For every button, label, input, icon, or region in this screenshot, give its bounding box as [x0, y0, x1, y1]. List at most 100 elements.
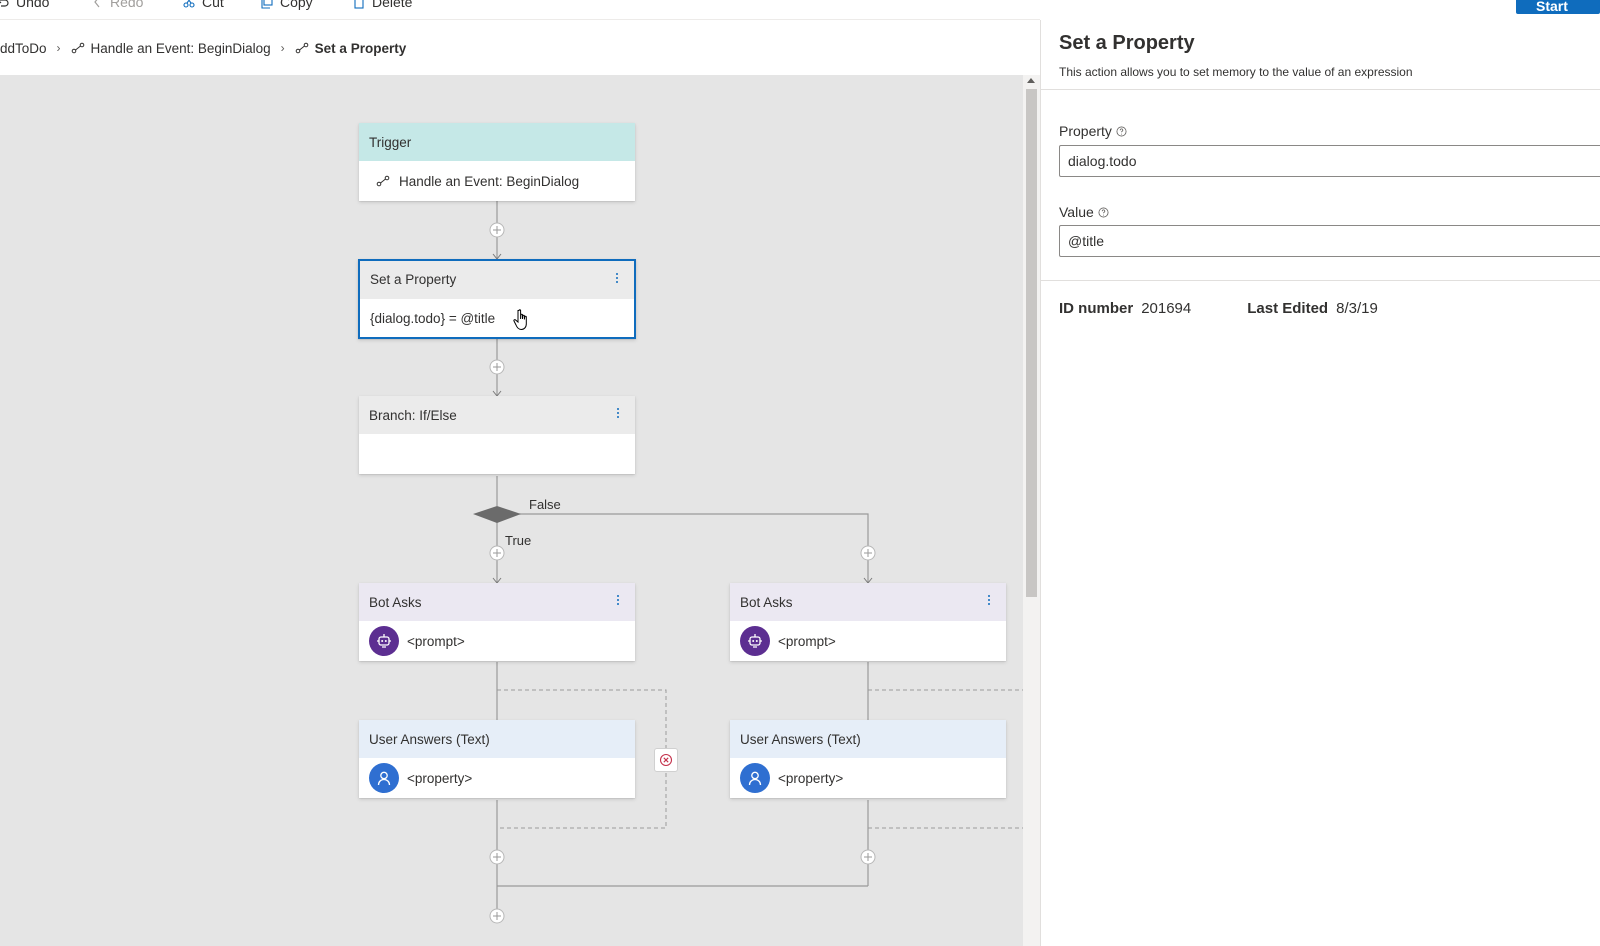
breadcrumb-item-dialog[interactable]: ddToDo — [0, 41, 47, 56]
node-title: Set a Property — [370, 272, 457, 287]
user-answers-node-left[interactable]: User Answers (Text) <property> — [359, 720, 635, 798]
node-header: Branch: If/Else — [359, 396, 635, 434]
node-body: {dialog.todo} = @title — [360, 299, 634, 337]
node-title: Branch: If/Else — [369, 408, 457, 423]
label-text: Property — [1059, 123, 1112, 139]
property-field-label: Property — [1059, 123, 1127, 139]
property-input[interactable] — [1059, 145, 1600, 177]
node-body-text: <property> — [407, 770, 473, 786]
start-button[interactable]: Start — [1516, 0, 1600, 14]
more-options-icon[interactable] — [986, 593, 992, 609]
flow-connectors — [473, 201, 1023, 924]
node-header: Trigger — [359, 123, 635, 161]
help-icon[interactable] — [1098, 207, 1109, 218]
branch-node[interactable]: Branch: If/Else — [359, 396, 635, 474]
node-body-text: {dialog.todo} = @title — [370, 310, 496, 326]
toolbar: Undo Redo Cut Copy Delete — [0, 0, 1040, 20]
user-answers-node-right[interactable]: User Answers (Text) <property> — [730, 720, 1006, 798]
error-badge[interactable] — [654, 748, 678, 772]
node-body: <property> — [730, 758, 1006, 798]
breadcrumb-label: Handle an Event: BeginDialog — [90, 40, 271, 56]
flow-canvas[interactable]: Trigger Handle an Event: BeginDialog Set… — [0, 75, 1023, 946]
node-body-text: <prompt> — [407, 633, 465, 649]
property-panel: Set a Property This action allows you to… — [1040, 20, 1600, 946]
copy-icon — [261, 0, 273, 9]
node-header: User Answers (Text) — [359, 720, 635, 758]
copy-label: Copy — [280, 0, 313, 10]
chevron-right-icon: › — [56, 41, 61, 55]
breadcrumb: ddToDo › Handle an Event: BeginDialog › … — [0, 38, 406, 58]
canvas-scrollbar[interactable] — [1023, 75, 1040, 946]
node-header: User Answers (Text) — [730, 720, 1006, 758]
cut-button[interactable]: Cut — [182, 0, 224, 10]
node-title: User Answers (Text) — [740, 732, 861, 747]
scroll-up-arrow-icon[interactable] — [1027, 78, 1035, 83]
node-body-text: Handle an Event: BeginDialog — [399, 173, 580, 189]
user-icon — [740, 763, 770, 793]
cut-label: Cut — [202, 0, 224, 10]
node-body: <prompt> — [359, 621, 635, 661]
node-body: <property> — [359, 758, 635, 798]
scissors-icon — [183, 0, 195, 8]
bot-asks-node-left[interactable]: Bot Asks <prompt> — [359, 583, 635, 661]
scrollbar-thumb[interactable] — [1026, 89, 1037, 597]
more-options-icon[interactable] — [614, 271, 620, 287]
id-label: ID number — [1059, 300, 1134, 317]
id-value: 201694 — [1141, 300, 1192, 317]
node-title: Bot Asks — [740, 595, 793, 610]
node-body: Handle an Event: BeginDialog — [359, 161, 635, 201]
false-branch-label: False — [529, 497, 561, 512]
action-icon — [295, 42, 308, 54]
copy-button[interactable]: Copy — [260, 0, 313, 10]
node-body-text: <property> — [778, 770, 844, 786]
node-header: Bot Asks — [359, 583, 635, 621]
user-icon — [369, 763, 399, 793]
breadcrumb-item-current[interactable]: Set a Property — [295, 40, 407, 56]
redo-icon — [94, 0, 100, 8]
node-title: User Answers (Text) — [369, 732, 490, 747]
undo-label: Undo — [16, 0, 50, 10]
bot-icon — [369, 626, 399, 656]
redo-label: Redo — [110, 0, 144, 10]
delete-label: Delete — [372, 0, 413, 10]
chevron-right-icon: › — [280, 41, 285, 55]
node-body — [359, 434, 635, 474]
edited-label: Last Edited — [1247, 300, 1329, 317]
bot-icon — [740, 626, 770, 656]
error-circle-icon — [659, 753, 673, 767]
true-branch-label: True — [505, 533, 532, 548]
last-edited: Last Edited 8/3/19 — [1247, 300, 1378, 317]
node-title: Bot Asks — [369, 595, 422, 610]
breadcrumb-item-trigger[interactable]: Handle an Event: BeginDialog — [71, 41, 271, 56]
node-title: Trigger — [369, 135, 412, 150]
panel-divider — [1041, 280, 1600, 281]
value-field-label: Value — [1059, 204, 1109, 220]
branch-diamond — [473, 506, 521, 523]
set-property-node[interactable]: Set a Property {dialog.todo} = @title — [358, 259, 636, 339]
node-body-text: <prompt> — [778, 633, 836, 649]
more-options-icon[interactable] — [615, 406, 621, 422]
value-input[interactable] — [1059, 225, 1600, 257]
panel-divider — [1041, 89, 1600, 90]
redo-button[interactable]: Redo — [90, 0, 143, 10]
delete-button[interactable]: Delete — [352, 0, 412, 10]
trash-icon — [354, 0, 364, 9]
panel-description: This action allows you to set memory to … — [1059, 65, 1413, 79]
trigger-node[interactable]: Trigger Handle an Event: BeginDialog — [359, 123, 635, 201]
undo-icon — [0, 0, 9, 7]
metadata-row: ID number 201694 Last Edited 8/3/19 — [1059, 300, 1378, 317]
trigger-icon — [71, 42, 84, 54]
undo-button[interactable]: Undo — [0, 0, 49, 10]
help-icon[interactable] — [1116, 126, 1127, 137]
bot-asks-node-right[interactable]: Bot Asks <prompt> — [730, 583, 1006, 661]
label-text: Value — [1059, 204, 1094, 220]
breadcrumb-label: Set a Property — [314, 40, 407, 56]
more-options-icon[interactable] — [615, 593, 621, 609]
node-header: Set a Property — [360, 261, 634, 299]
hand-cursor-icon — [513, 309, 527, 331]
trigger-icon — [376, 175, 390, 187]
node-header: Bot Asks — [730, 583, 1006, 621]
breadcrumb-label: ddToDo — [0, 40, 47, 56]
panel-title: Set a Property — [1059, 32, 1195, 54]
id-number: ID number 201694 — [1059, 300, 1191, 317]
